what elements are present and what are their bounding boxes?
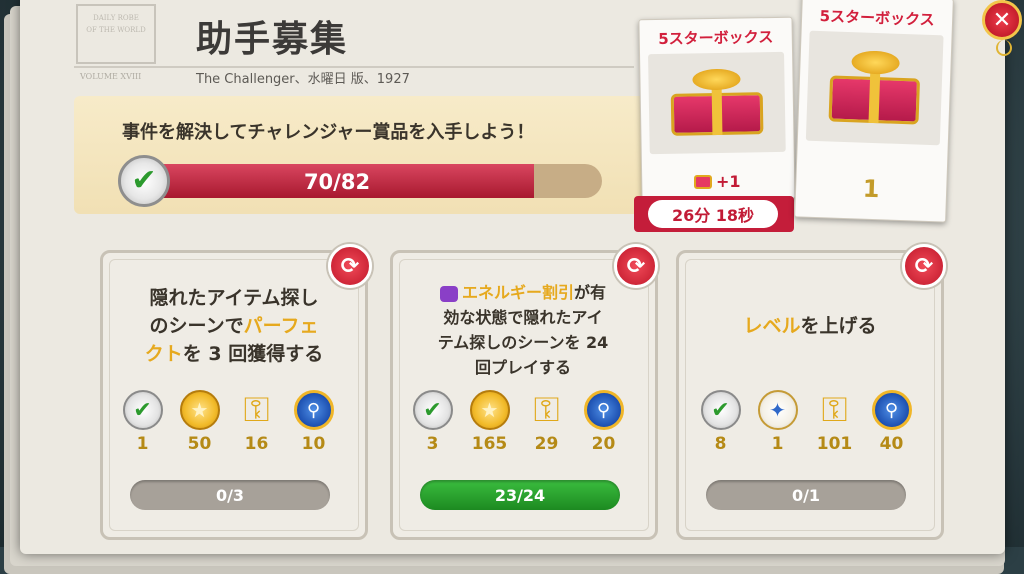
current-prize-title: 5スターボックス — [658, 28, 774, 49]
refresh-icon: ⟳ — [914, 253, 934, 279]
reward-value: 20 — [591, 434, 616, 454]
refresh-task-1-button[interactable]: ⟳ — [328, 244, 372, 288]
task-3-rewards: ✔ 8 ✦ 1 ⚿ 101 ⚲ 40 — [692, 390, 920, 454]
close-button[interactable]: ✕ — [982, 0, 1022, 40]
task-1-highlight: パーフェ — [243, 315, 319, 337]
coin-icon: ★ — [469, 390, 510, 430]
check-badge-icon: ✔ — [700, 390, 741, 430]
stamp-footer: VOLUME XVIII — [80, 72, 142, 81]
reward-item: ✔ 1 — [114, 390, 171, 454]
reward-item: ✦ 1 — [749, 390, 806, 454]
reward-value: 1 — [136, 434, 149, 454]
goal-progress-label: 70/82 — [303, 170, 371, 194]
task-1-description: 隠れたアイテム探し のシーンでパーフェ クトを 3 回獲得する — [119, 284, 349, 368]
task-1-progress: 0/3 — [130, 480, 330, 510]
task-2-line: 回プレイする — [474, 358, 571, 377]
reward-value: 1 — [771, 434, 784, 454]
prize-bonus: +1 — [694, 172, 741, 191]
reward-item: ★ 165 — [461, 390, 518, 454]
stamp-line-2: OF THE WORLD — [86, 26, 146, 34]
reward-item: ⚿ 101 — [806, 390, 863, 454]
current-prize-image — [648, 51, 786, 155]
reward-value: 50 — [187, 434, 212, 454]
reward-value: 101 — [816, 434, 853, 454]
wind-up-key-icon: ⚿ — [533, 390, 560, 430]
next-prize-image — [805, 30, 944, 146]
reward-item: ⚿ 16 — [228, 390, 285, 454]
compass-icon: ✦ — [757, 390, 798, 430]
reward-item: ★ 50 — [171, 390, 228, 454]
reward-item: ✔ 8 — [692, 390, 749, 454]
next-prize-card[interactable]: 5スターボックス 1 — [794, 0, 954, 223]
reward-item: ⚲ 20 — [575, 390, 632, 454]
reward-value: 40 — [879, 434, 904, 454]
reward-item: ⚲ 40 — [863, 390, 920, 454]
reward-value: 8 — [714, 434, 727, 454]
task-1-line: を 3 回獲得する — [182, 343, 324, 365]
prize-bonus-value: +1 — [716, 172, 741, 191]
gift-box-icon — [662, 65, 772, 142]
coin-icon: ★ — [179, 390, 220, 430]
reward-value: 16 — [244, 434, 269, 454]
mini-gift-icon — [694, 174, 712, 189]
page-title: 助手募集 — [196, 19, 349, 60]
task-2-rewards: ✔ 3 ★ 165 ⚿ 29 ⚲ 20 — [404, 390, 632, 454]
goal-text: 事件を解決してチャレンジャー賞品を入手しよう！ — [122, 122, 535, 143]
refresh-icon: ⟳ — [340, 253, 360, 279]
energy-icon — [439, 285, 458, 302]
task-3-line: を上げる — [800, 315, 877, 337]
refresh-icon: ⟳ — [626, 253, 646, 279]
gift-box-icon — [820, 45, 930, 131]
task-1-line: 隠れたアイテム探し — [149, 287, 319, 309]
close-icon: ✕ — [992, 7, 1012, 33]
task-2-highlight: エネルギー割引 — [461, 283, 574, 302]
check-badge-icon: ✔ — [118, 155, 170, 207]
task-2-description: エネルギー割引が有 効な状態で隠れたアイ テム探しのシーンを 24 回プレイする — [408, 280, 638, 380]
task-2-progress: 23/24 — [420, 480, 620, 510]
task-3-description: レベルを上げる — [695, 312, 925, 340]
reward-item: ⚲ 10 — [285, 390, 342, 454]
close-chain-decoration — [996, 40, 1012, 56]
check-badge-icon: ✔ — [122, 390, 163, 430]
prize-timer: 26分 18秒 — [648, 200, 778, 228]
check-badge-icon: ✔ — [412, 390, 453, 430]
refresh-task-3-button[interactable]: ⟳ — [902, 244, 946, 288]
task-2-line: が有 — [574, 283, 607, 302]
reward-item: ✔ 3 — [404, 390, 461, 454]
reward-value: 10 — [301, 434, 326, 454]
stamp-line-1: DAILY ROBE — [93, 14, 139, 22]
next-prize-count: 1 — [862, 174, 881, 204]
reward-item: ⚿ 29 — [518, 390, 575, 454]
wind-up-key-icon: ⚿ — [243, 390, 270, 430]
reward-value: 29 — [534, 434, 559, 454]
task-1-highlight: クト — [144, 343, 183, 365]
task-1-line: のシーンで — [149, 315, 244, 337]
page-subtitle: The Challenger、水曜日 版、1927 — [196, 72, 410, 87]
magnifier-badge-icon: ⚲ — [293, 390, 334, 430]
task-2-line: テム探しのシーンを 24 — [437, 333, 609, 352]
task-1-rewards: ✔ 1 ★ 50 ⚿ 16 ⚲ 10 — [114, 390, 342, 454]
task-3-highlight: レベル — [743, 315, 801, 337]
magnifier-badge-icon: ⚲ — [871, 390, 912, 430]
task-3-progress: 0/1 — [706, 480, 906, 510]
task-2-line: 効な状態で隠れたアイ — [443, 308, 603, 327]
wind-up-key-icon: ⚿ — [821, 390, 848, 430]
reward-value: 165 — [471, 434, 508, 454]
next-prize-title: 5スターボックス — [819, 7, 935, 30]
magnifier-badge-icon: ⚲ — [583, 390, 624, 430]
newspaper-stamp: DAILY ROBE OF THE WORLD — [76, 4, 156, 64]
reward-value: 3 — [426, 434, 439, 454]
